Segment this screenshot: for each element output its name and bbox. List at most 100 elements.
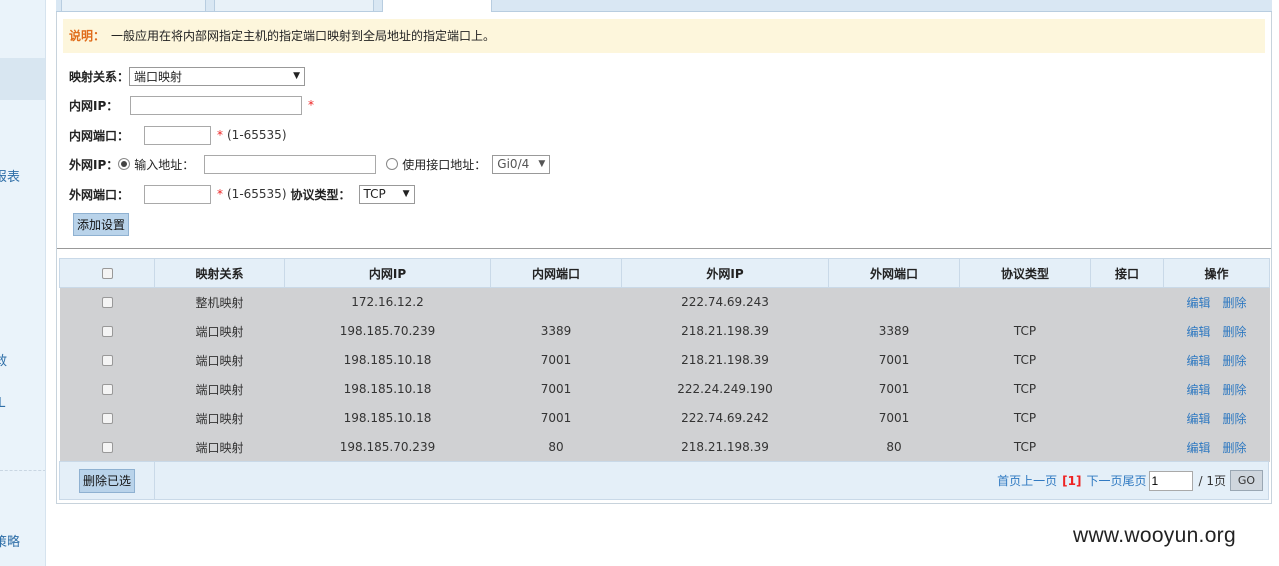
row-checkbox[interactable] bbox=[101, 384, 113, 395]
cell-interface bbox=[1090, 345, 1164, 375]
row-checkbox[interactable] bbox=[101, 442, 113, 453]
row-checkbox[interactable] bbox=[101, 297, 113, 309]
cell-type: 端口映射 bbox=[154, 316, 285, 346]
tab-2[interactable] bbox=[214, 0, 374, 12]
cell-lan-ip: 198.185.10.18 bbox=[284, 374, 491, 404]
wan-port-row: 外网端口： * (1-65535) 协议类型： TCP ▼ bbox=[69, 183, 415, 205]
edit-link[interactable]: 编辑 bbox=[1186, 354, 1210, 368]
chevron-down-icon: ▼ bbox=[538, 159, 546, 169]
lan-port-row: 内网端口： * (1-65535) bbox=[69, 124, 287, 146]
lan-ip-input[interactable] bbox=[130, 95, 302, 115]
table-row: 端口映射 198.185.70.239 80 218.21.198.39 80 … bbox=[59, 432, 1270, 462]
row-checkbox-cell bbox=[59, 403, 155, 433]
cell-actions: 编辑 删除 bbox=[1163, 432, 1270, 462]
col-header: 内网端口 bbox=[490, 258, 622, 288]
required-mark: * bbox=[308, 98, 314, 112]
cell-wan-ip: 218.21.198.39 bbox=[621, 345, 829, 375]
tab-1[interactable] bbox=[61, 0, 206, 12]
table-row: 端口映射 198.185.10.18 7001 222.24.249.190 7… bbox=[59, 374, 1270, 404]
mapping-table: 映射关系 内网IP 内网端口 外网IP 外网端口 协议类型 接口 操作 整机映射… bbox=[59, 258, 1270, 462]
cell-protocol: TCP bbox=[959, 403, 1091, 433]
cell-interface bbox=[1090, 432, 1164, 462]
cell-wan-port: 7001 bbox=[828, 374, 960, 404]
note-text: 一般应用在将内部网指定主机的指定端口映射到全局地址的指定端口上。 bbox=[111, 29, 496, 43]
next-page-link[interactable]: 下一页 bbox=[1086, 472, 1122, 489]
cell-lan-port: 7001 bbox=[490, 403, 622, 433]
row-checkbox[interactable] bbox=[101, 326, 113, 337]
radio-input-address[interactable] bbox=[118, 158, 131, 170]
go-button[interactable]: GO bbox=[1230, 470, 1263, 491]
cell-protocol bbox=[959, 287, 1091, 317]
lan-port-input[interactable] bbox=[144, 125, 211, 145]
cell-interface bbox=[1090, 403, 1164, 433]
wan-ip-input[interactable] bbox=[204, 154, 377, 174]
select-all-checkbox[interactable] bbox=[101, 268, 113, 279]
row-checkbox-cell bbox=[59, 287, 155, 317]
cell-type: 端口映射 bbox=[154, 374, 285, 404]
cell-protocol: TCP bbox=[959, 316, 1091, 346]
add-setting-button[interactable]: 添加设置 bbox=[73, 212, 130, 236]
sidebar-item-fragment-2[interactable]: L bbox=[0, 396, 5, 411]
mapping-select[interactable]: 端口映射 ▼ bbox=[129, 66, 306, 86]
cell-lan-ip: 172.16.12.2 bbox=[284, 287, 491, 317]
info-note: 说明： 一般应用在将内部网指定主机的指定端口映射到全局地址的指定端口上。 bbox=[63, 19, 1265, 53]
tab-strip bbox=[56, 0, 1272, 13]
row-checkbox[interactable] bbox=[101, 355, 113, 366]
delete-link[interactable]: 删除 bbox=[1223, 325, 1247, 339]
cell-interface bbox=[1090, 316, 1164, 346]
cell-actions: 编辑 删除 bbox=[1163, 316, 1270, 346]
input-address-label: 输入地址： bbox=[134, 157, 195, 172]
cell-type: 端口映射 bbox=[154, 403, 285, 433]
radio-interface-address[interactable] bbox=[386, 158, 399, 170]
sidebar-divider bbox=[0, 470, 45, 471]
delete-link[interactable]: 删除 bbox=[1223, 383, 1247, 397]
wan-port-hint: (1-65535) bbox=[227, 187, 287, 201]
edit-link[interactable]: 编辑 bbox=[1186, 383, 1210, 397]
delete-link[interactable]: 删除 bbox=[1223, 354, 1247, 368]
sidebar-item-policy[interactable]: 策略 bbox=[0, 531, 20, 550]
mapping-label: 映射关系： bbox=[69, 69, 130, 84]
lan-port-label: 内网端口： bbox=[69, 128, 130, 143]
interface-select[interactable]: Gi0/4 ▼ bbox=[492, 154, 551, 174]
cell-wan-port: 7001 bbox=[828, 345, 960, 375]
edit-link[interactable]: 编辑 bbox=[1186, 296, 1210, 310]
cell-lan-ip: 198.185.10.18 bbox=[284, 403, 491, 433]
footer-left-cell: 删除已选 bbox=[60, 462, 155, 499]
delete-selected-button[interactable]: 删除已选 bbox=[78, 468, 135, 493]
delete-link[interactable]: 删除 bbox=[1223, 441, 1247, 455]
wan-port-input[interactable] bbox=[144, 184, 211, 204]
protocol-select[interactable]: TCP ▼ bbox=[358, 184, 415, 204]
edit-link[interactable]: 编辑 bbox=[1186, 412, 1210, 426]
table-row: 整机映射 172.16.12.2 222.74.69.243 编辑 删除 bbox=[59, 287, 1270, 317]
col-header: 内网IP bbox=[284, 258, 491, 288]
pagination: 首页 上一页 [1] 下一页 尾页 / 1页 GO bbox=[997, 470, 1263, 491]
sidebar-item-report[interactable]: 报表 bbox=[0, 166, 20, 185]
chevron-down-icon: ▼ bbox=[293, 71, 301, 81]
cell-wan-ip: 222.24.249.190 bbox=[621, 374, 829, 404]
page-input[interactable] bbox=[1148, 470, 1193, 491]
mapping-row: 映射关系： 端口映射 ▼ bbox=[69, 65, 306, 87]
add-row: 添加设置 bbox=[73, 211, 130, 237]
watermark: www.wooyun.org bbox=[1073, 524, 1236, 547]
sidebar-item-fragment-1[interactable]: 敢 bbox=[0, 350, 7, 369]
edit-link[interactable]: 编辑 bbox=[1186, 441, 1210, 455]
first-page-link[interactable]: 首页 bbox=[997, 472, 1021, 489]
wan-ip-row: 外网IP： 输入地址： 使用接口地址： Gi0/4 ▼ bbox=[69, 153, 551, 175]
delete-link[interactable]: 删除 bbox=[1223, 296, 1247, 310]
wan-ip-label: 外网IP： bbox=[69, 157, 119, 172]
required-mark: * bbox=[217, 128, 223, 142]
cell-type: 整机映射 bbox=[154, 287, 285, 317]
prev-page-link[interactable]: 上一页 bbox=[1021, 472, 1057, 489]
sidebar: 报表 敢 L 策略 bbox=[0, 0, 46, 566]
edit-link[interactable]: 编辑 bbox=[1186, 325, 1210, 339]
cell-lan-ip: 198.185.10.18 bbox=[284, 345, 491, 375]
mapping-select-value: 端口映射 bbox=[134, 69, 183, 84]
row-checkbox[interactable] bbox=[101, 413, 113, 424]
table-row: 端口映射 198.185.10.18 7001 218.21.198.39 70… bbox=[59, 345, 1270, 375]
sidebar-active-item[interactable] bbox=[0, 58, 45, 100]
cell-type: 端口映射 bbox=[154, 432, 285, 462]
delete-link[interactable]: 删除 bbox=[1223, 412, 1247, 426]
last-page-link[interactable]: 尾页 bbox=[1122, 472, 1146, 489]
interface-select-value: Gi0/4 bbox=[497, 157, 530, 171]
row-checkbox-cell bbox=[59, 374, 155, 404]
